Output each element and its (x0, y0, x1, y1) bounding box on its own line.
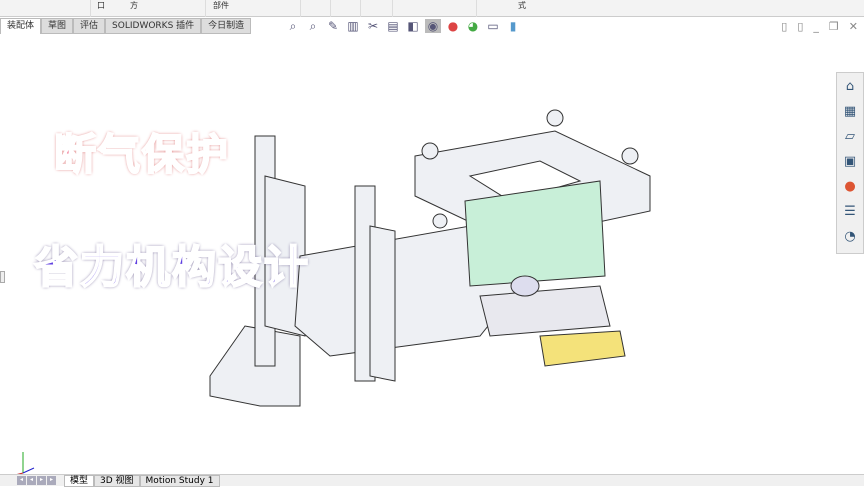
roller (510, 275, 540, 297)
restore-left-icon[interactable]: ▯ (781, 20, 787, 33)
last-tab-icon[interactable]: ▸ (47, 476, 56, 485)
command-manager: 口 方 部件 式 (0, 0, 864, 17)
panel-collapse-handle[interactable] (0, 271, 5, 283)
section-view-icon[interactable]: ▥ (345, 19, 361, 33)
first-tab-icon[interactable]: ◂ (17, 476, 26, 485)
toolbar-label[interactable]: 部件 (213, 0, 229, 11)
toolbar-label[interactable]: 式 (518, 0, 526, 11)
tab-assembly[interactable]: 装配体 (0, 18, 42, 34)
divider (360, 0, 361, 17)
knob (546, 109, 564, 127)
display-style-icon[interactable]: ◧ (405, 19, 421, 33)
overlay-subtitle: 省力机构设计 (33, 241, 310, 294)
task-pane: ⌂ ▦ ▱ ▣ ● ☰ ◔ (836, 72, 864, 254)
divider (90, 0, 91, 17)
toolbar-label[interactable]: 口 (97, 0, 105, 11)
divider (300, 0, 301, 17)
tab-solidworks-addins[interactable]: SOLIDWORKS 插件 (105, 18, 202, 34)
edit-appearance-icon[interactable]: ● (445, 19, 461, 33)
appearances-icon[interactable]: ● (839, 176, 861, 198)
divider (392, 0, 393, 17)
custom-properties-icon[interactable]: ☰ (839, 201, 861, 223)
tab-3d-views[interactable]: 3D 视图 (94, 474, 140, 487)
graphics-area[interactable]: 断气保护 省力机构设计 (0, 36, 864, 477)
tab-evaluate[interactable]: 评估 (73, 18, 106, 34)
hide-show-icon[interactable]: ◉ (425, 19, 441, 33)
next-tab-icon[interactable]: ▸ (37, 476, 46, 485)
zoom-to-fit-icon[interactable]: ⌕ (285, 19, 301, 33)
minimize-icon[interactable]: _ (813, 20, 819, 33)
file-explorer-icon[interactable]: ▱ (839, 126, 861, 148)
toolbar-label[interactable]: 方 (130, 0, 138, 11)
tab-manufacturing[interactable]: 今日制造 (201, 18, 252, 34)
bottom-tab-bar: ◂ ◂ ▸ ▸ 模型 3D 视图 Motion Study 1 (0, 474, 864, 487)
rail-block (369, 225, 396, 382)
forum-icon[interactable]: ◔ (839, 226, 861, 248)
divider (205, 0, 206, 17)
restore-right-icon[interactable]: ▯ (797, 20, 803, 33)
view-palette-icon[interactable]: ▣ (839, 151, 861, 173)
divider (476, 0, 477, 17)
knob (621, 147, 639, 165)
divider (330, 0, 331, 17)
close-icon[interactable]: ✕ (849, 20, 858, 33)
knob (421, 142, 439, 160)
window-controls: ▯ ▯ _ ❐ ✕ (781, 20, 858, 33)
previous-view-icon[interactable]: ✎ (325, 19, 341, 33)
maximize-icon[interactable]: ❐ (829, 20, 839, 33)
tab-sketch[interactable]: 草图 (41, 18, 74, 34)
home-icon[interactable]: ⌂ (839, 76, 861, 98)
overlay-title: 断气保护 (53, 129, 231, 180)
apply-scene-icon[interactable]: ◕ (465, 19, 481, 33)
command-tabs: 装配体 草图 评估 SOLIDWORKS 插件 今日制造 (0, 18, 252, 34)
tab-model[interactable]: 模型 (64, 474, 95, 487)
view-orientation-icon[interactable]: ▤ (385, 19, 401, 33)
design-library-icon[interactable]: ▦ (839, 101, 861, 123)
knob (432, 213, 448, 229)
zoom-area-icon[interactable]: ⌕ (305, 19, 321, 33)
tab-motion-study[interactable]: Motion Study 1 (139, 474, 220, 487)
yellow-plate (539, 330, 626, 367)
view-settings-icon[interactable]: ▭ (485, 19, 501, 33)
heads-up-toolbar: ⌕ ⌕ ✎ ▥ ✂ ▤ ◧ ◉ ● ◕ ▭ ▮ (285, 19, 521, 33)
prev-tab-icon[interactable]: ◂ (27, 476, 36, 485)
dynamic-annotation-icon[interactable]: ✂ (365, 19, 381, 33)
display-pane-icon[interactable]: ▮ (505, 19, 521, 33)
